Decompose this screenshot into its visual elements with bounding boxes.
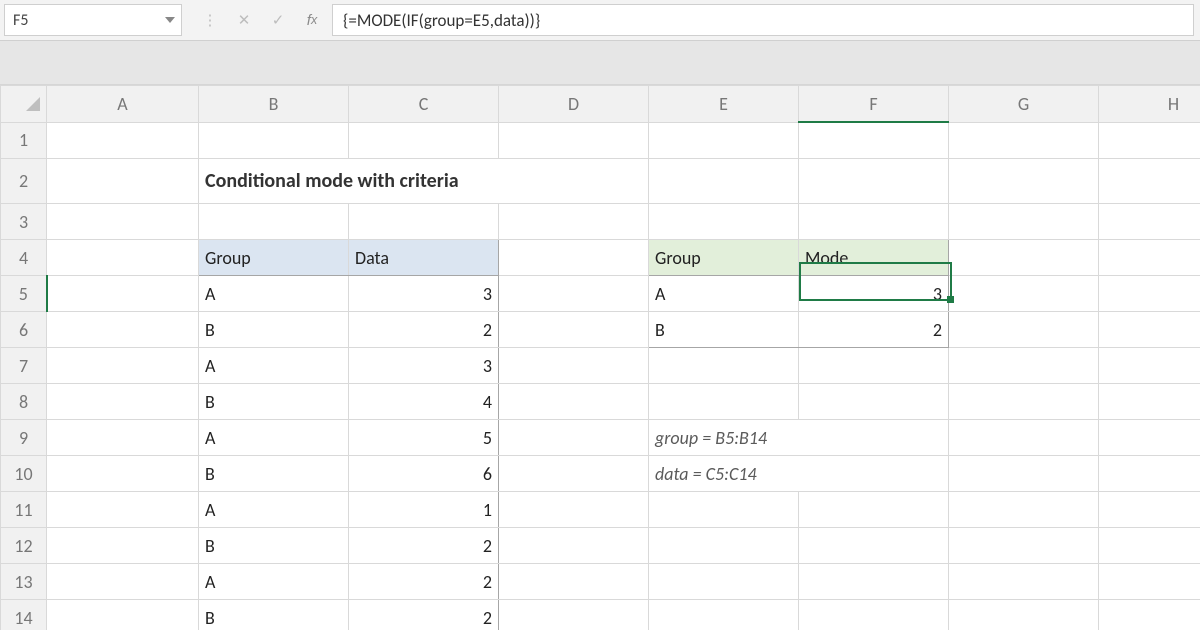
note-line-2: data = C5:C14	[649, 456, 949, 492]
name-box[interactable]: F5	[4, 4, 182, 36]
col-header-E[interactable]: E	[649, 86, 799, 123]
col-header-G[interactable]: G	[949, 86, 1099, 123]
cell-E5[interactable]: A	[649, 276, 799, 312]
name-box-dropdown-icon[interactable]	[165, 17, 175, 23]
cell-C13[interactable]: 2	[349, 564, 499, 600]
cell-C8[interactable]: 4	[349, 384, 499, 420]
cell-F5[interactable]: 3	[799, 276, 949, 312]
row-header-2[interactable]: 2	[1, 159, 47, 204]
cell-C9[interactable]: 5	[349, 420, 499, 456]
cell-B13[interactable]: A	[199, 564, 349, 600]
row-header-7[interactable]: 7	[1, 348, 47, 384]
t2-header-mode[interactable]: Mode	[799, 240, 949, 276]
col-header-A[interactable]: A	[47, 86, 199, 123]
cancel-icon[interactable]: ✕	[234, 10, 254, 30]
row-header-8[interactable]: 8	[1, 384, 47, 420]
col-header-H[interactable]: H	[1099, 86, 1200, 123]
row-12: 12 B 2	[1, 528, 1200, 564]
cell-C5[interactable]: 3	[349, 276, 499, 312]
column-headers: A B C D E F G H	[1, 86, 1200, 123]
row-header-14[interactable]: 14	[1, 600, 47, 630]
cell-B7[interactable]: A	[199, 348, 349, 384]
dots-icon[interactable]: ⋮	[200, 10, 220, 30]
cell-E6[interactable]: B	[649, 312, 799, 348]
cell-B8[interactable]: B	[199, 384, 349, 420]
enter-icon[interactable]: ✓	[268, 10, 288, 30]
row-11: 11 A 1	[1, 492, 1200, 528]
formula-text: {=MODE(IF(group=E5,data))}	[343, 10, 540, 31]
col-header-D[interactable]: D	[499, 86, 649, 123]
note-line-1: group = B5:B14	[649, 420, 949, 456]
row-header-9[interactable]: 9	[1, 420, 47, 456]
name-box-value: F5	[13, 11, 28, 30]
row-6: 6 B 2 B 2	[1, 312, 1200, 348]
cell-B9[interactable]: A	[199, 420, 349, 456]
cell-B12[interactable]: B	[199, 528, 349, 564]
row-14: 14 B 2	[1, 600, 1200, 630]
cell-C12[interactable]: 2	[349, 528, 499, 564]
cell-C7[interactable]: 3	[349, 348, 499, 384]
t1-header-data[interactable]: Data	[349, 240, 499, 276]
row-header-6[interactable]: 6	[1, 312, 47, 348]
row-header-1[interactable]: 1	[1, 122, 47, 159]
row-10: 10 B 6 data = C5:C14	[1, 456, 1200, 492]
cell-B10[interactable]: B	[199, 456, 349, 492]
page-title: Conditional mode with criteria	[199, 159, 649, 204]
fx-icon[interactable]: fx	[302, 10, 322, 30]
row-13: 13 A 2	[1, 564, 1200, 600]
row-4: 4 Group Data Group Mode	[1, 240, 1200, 276]
cell-C14[interactable]: 2	[349, 600, 499, 630]
row-header-3[interactable]: 3	[1, 204, 47, 240]
formula-buttons: ⋮ ✕ ✓ fx	[190, 4, 332, 36]
cell-C10[interactable]: 6	[349, 456, 499, 492]
cell-C6[interactable]: 2	[349, 312, 499, 348]
t2-header-group[interactable]: Group	[649, 240, 799, 276]
t1-header-group[interactable]: Group	[199, 240, 349, 276]
cell-C11[interactable]: 1	[349, 492, 499, 528]
row-header-11[interactable]: 11	[1, 492, 47, 528]
cell-B14[interactable]: B	[199, 600, 349, 630]
ribbon-spacer	[0, 41, 1200, 85]
row-2: 2 Conditional mode with criteria	[1, 159, 1200, 204]
cell-F6[interactable]: 2	[799, 312, 949, 348]
row-header-13[interactable]: 13	[1, 564, 47, 600]
formula-input[interactable]: {=MODE(IF(group=E5,data))}	[332, 4, 1194, 36]
row-7: 7 A 3	[1, 348, 1200, 384]
col-header-B[interactable]: B	[199, 86, 349, 123]
row-9: 9 A 5 group = B5:B14	[1, 420, 1200, 456]
row-header-5[interactable]: 5	[1, 276, 47, 312]
cell-B5[interactable]: A	[199, 276, 349, 312]
cell-B6[interactable]: B	[199, 312, 349, 348]
spreadsheet-grid[interactable]: A B C D E F G H 1 2 Conditional mode wit…	[0, 85, 1200, 630]
row-1: 1	[1, 122, 1200, 159]
col-header-C[interactable]: C	[349, 86, 499, 123]
col-header-F[interactable]: F	[799, 86, 949, 123]
row-header-10[interactable]: 10	[1, 456, 47, 492]
cell-B11[interactable]: A	[199, 492, 349, 528]
row-header-12[interactable]: 12	[1, 528, 47, 564]
formula-bar: F5 ⋮ ✕ ✓ fx {=MODE(IF(group=E5,data))}	[0, 0, 1200, 41]
row-5: 5 A 3 A 3	[1, 276, 1200, 312]
row-3: 3	[1, 204, 1200, 240]
select-all-corner[interactable]	[1, 86, 47, 123]
row-8: 8 B 4	[1, 384, 1200, 420]
row-header-4[interactable]: 4	[1, 240, 47, 276]
